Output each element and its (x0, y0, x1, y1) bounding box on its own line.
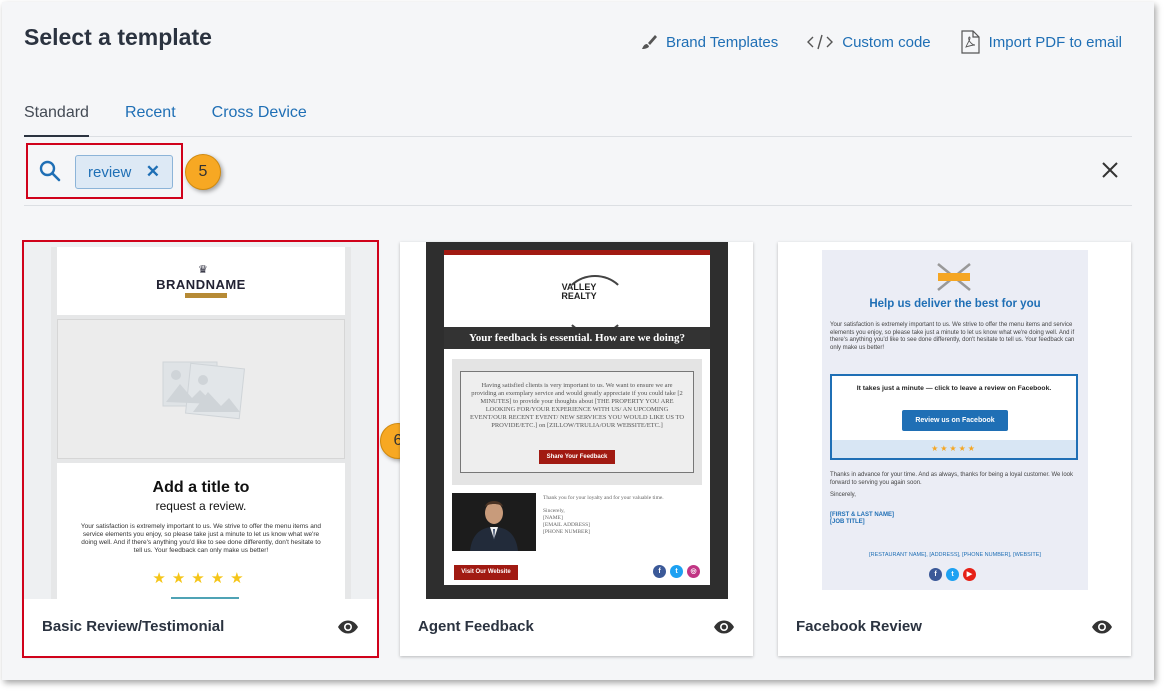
image-placeholder (57, 319, 345, 459)
template-card-facebook-review[interactable]: Help us deliver the best for you Your sa… (778, 242, 1131, 656)
preview-text-box: Having satisfied clients is very importa… (460, 371, 694, 473)
preview-inner: Having satisfied clients is very importa… (452, 359, 702, 485)
callout-badge-5: 5 (185, 154, 221, 190)
eye-icon[interactable] (713, 619, 735, 640)
tab-cross-device[interactable]: Cross Device (212, 102, 307, 137)
star-rating: ★★★★★ (152, 570, 250, 587)
preview-paragraph: Having satisfied clients is very importa… (469, 382, 685, 429)
preview-signature: [FIRST & LAST NAME] [JOB TITLE] (830, 512, 894, 525)
template-name: Agent Feedback (418, 618, 534, 635)
crown-icon: ♛ (198, 264, 208, 276)
tab-recent[interactable]: Recent (125, 102, 176, 137)
template-tabs: Standard Recent Cross Device (24, 102, 1132, 137)
email-preview: Help us deliver the best for you Your sa… (804, 242, 1106, 599)
search-row: review ✕ 5 (24, 138, 1132, 206)
import-pdf-link[interactable]: Import PDF to email (959, 30, 1122, 54)
twitter-icon: t (946, 568, 959, 581)
facebook-icon: f (653, 565, 666, 578)
social-icons: f t ▶ (929, 568, 976, 581)
template-card-agent-feedback[interactable]: VALLEY REALTY Your feedback is essential… (400, 242, 753, 656)
preview-website-button: Visit Our Website (454, 565, 518, 580)
template-thumbnail[interactable]: ♛ BRANDNAME Add a title to request a rev… (24, 242, 377, 599)
close-icon[interactable] (1100, 160, 1120, 185)
preview-body: Add a title to request a review. Your sa… (57, 463, 345, 599)
page-title: Select a template (24, 24, 212, 50)
template-picker-dialog: Select a template Brand Templates Custom… (2, 2, 1154, 680)
pdf-icon (959, 30, 981, 54)
brand-templates-label: Brand Templates (665, 33, 779, 51)
preview-address: [RESTAURANT NAME], [ADDRESS], [PHONE NUM… (869, 552, 1041, 558)
brand-bar (185, 293, 227, 298)
image-placeholder-icon (162, 361, 246, 420)
preview-facebook-button: Review us on Facebook (902, 410, 1008, 431)
search-chip-label: review (88, 163, 132, 181)
email-preview: VALLEY REALTY Your feedback is essential… (426, 242, 728, 599)
card-footer: Basic Review/Testimonial (24, 599, 377, 656)
custom-code-link[interactable]: Custom code (806, 33, 931, 51)
chip-remove-icon[interactable]: ✕ (146, 163, 160, 180)
template-name: Facebook Review (796, 618, 922, 635)
preview-headline: Your feedback is essential. How are we d… (444, 327, 710, 349)
preview-cta-text: It takes just a minute — click to leave … (856, 385, 1052, 392)
preview-signoff: Sincerely, (830, 492, 856, 498)
agent-section: Thank you for your loyalty and for your … (444, 489, 710, 559)
tab-standard[interactable]: Standard (24, 102, 89, 137)
search-chip: review ✕ (75, 155, 173, 189)
code-icon (806, 34, 834, 50)
brand-templates-link[interactable]: Brand Templates (640, 33, 778, 51)
agent-photo (452, 493, 536, 551)
preview-brand: BRANDNAME (156, 277, 246, 292)
card-footer: Facebook Review (778, 599, 1131, 656)
twitter-icon: t (670, 565, 683, 578)
import-pdf-label: Import PDF to email (988, 33, 1122, 51)
eye-icon[interactable] (1091, 619, 1113, 640)
preview-paragraph: Your satisfaction is extremely important… (830, 322, 1075, 351)
search-highlight: review ✕ (26, 143, 183, 199)
template-thumbnail[interactable]: Help us deliver the best for you Your sa… (778, 242, 1131, 599)
preview-panel: Having satisfied clients is very importa… (444, 349, 710, 489)
instagram-icon: ◎ (687, 565, 700, 578)
brush-icon (640, 33, 658, 51)
preview-background: Help us deliver the best for you Your sa… (822, 250, 1088, 590)
search-icon[interactable] (38, 159, 62, 188)
social-icons: f t ◎ (653, 565, 700, 578)
template-thumbnail[interactable]: VALLEY REALTY Your feedback is essential… (400, 242, 753, 599)
preview-footer: Visit Our Website f t ◎ (444, 559, 710, 585)
preview-header: ♛ BRANDNAME (57, 247, 345, 315)
facebook-icon: f (929, 568, 942, 581)
preview-heading: Help us deliver the best for you (869, 298, 1041, 310)
agent-lines: [NAME] [EMAIL ADDRESS] [PHONE NUMBER] (543, 515, 591, 535)
preview-share-button: Share Your Feedback (539, 450, 615, 464)
preview-logo: VALLEY REALTY (561, 282, 597, 301)
utensils-banner-icon (937, 263, 971, 291)
agent-text: Thank you for your loyalty and for your … (543, 495, 664, 536)
template-name: Basic Review/Testimonial (42, 618, 225, 635)
eye-icon[interactable] (337, 619, 359, 640)
preview-paragraph: Your satisfaction is extremely important… (80, 523, 322, 554)
header-actions: Brand Templates Custom code Import PDF t… (640, 30, 1122, 54)
email-preview: ♛ BRANDNAME Add a title to request a rev… (51, 247, 351, 599)
preview-heading: Add a title to (152, 479, 250, 496)
preview-cta-box: It takes just a minute — click to leave … (830, 374, 1078, 460)
star-rating: ★★★★★ (832, 440, 1076, 458)
agent-thanks: Thank you for your loyalty and for your … (543, 495, 664, 501)
youtube-icon: ▶ (963, 568, 976, 581)
agent-signoff: Sincerely, (543, 508, 565, 514)
card-footer: Agent Feedback (400, 599, 753, 656)
preview-subheading: request a review. (155, 499, 247, 513)
preview-thanks-text: Thanks in advance for your time. And as … (830, 472, 1074, 486)
custom-code-label: Custom code (842, 33, 931, 51)
template-card-basic-review[interactable]: ♛ BRANDNAME Add a title to request a rev… (22, 240, 379, 658)
preview-header: VALLEY REALTY (444, 255, 710, 335)
preview-thanks: Thanks in advance for your time. And as … (830, 472, 1080, 500)
